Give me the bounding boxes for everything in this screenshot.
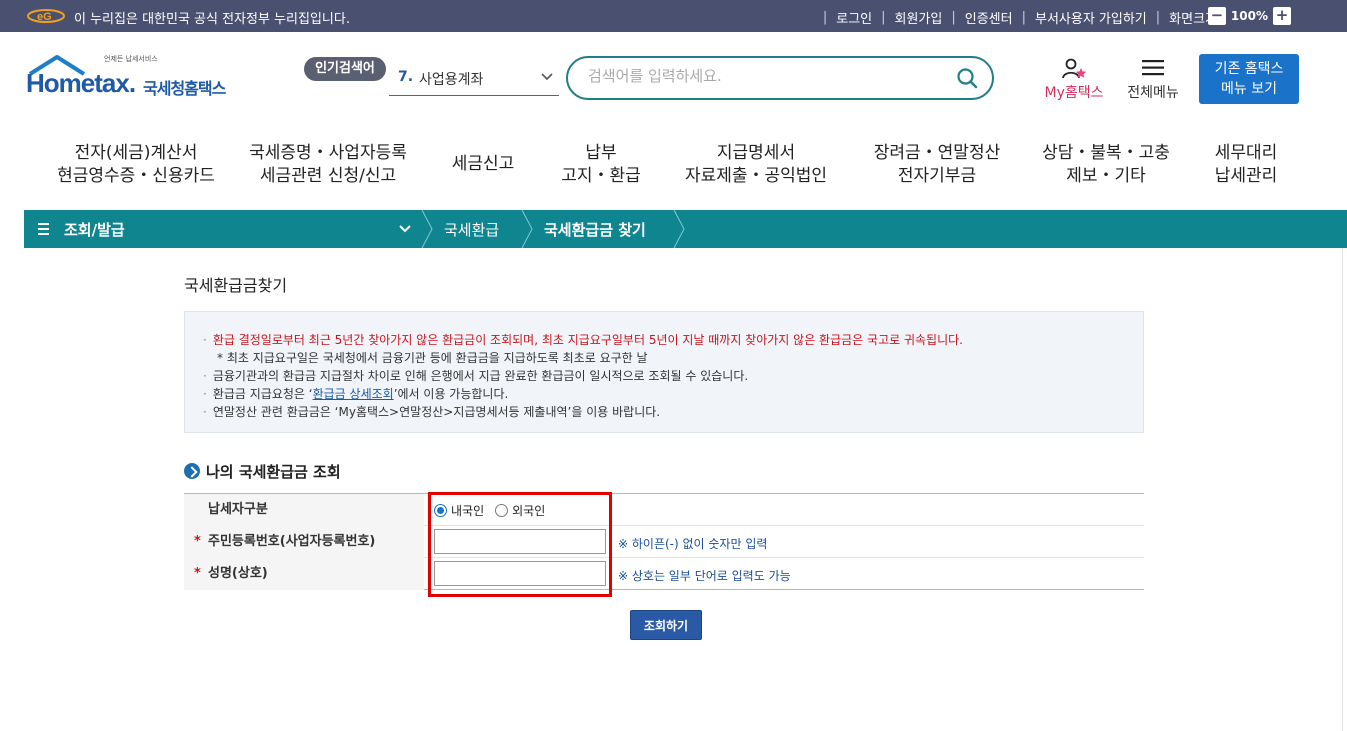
refund-query-form: 납세자구분 내국인 외국인 * 주민등록번호(사업자등록번호) ※ 하이픈(-)… xyxy=(184,493,1144,590)
all-menu-label: 전체메뉴 xyxy=(1127,85,1179,101)
logo-korean: 국세청홈택스 xyxy=(143,79,226,98)
gov-banner-text: 이 누리집은 대한민국 공식 전자정부 누리집입니다. xyxy=(74,12,350,27)
hamburger-icon xyxy=(1142,60,1164,76)
menu-lines-icon xyxy=(38,223,49,235)
nav-tax-return[interactable]: 세금신고 xyxy=(438,153,528,176)
taxpayer-type-label: 납세자구분 xyxy=(184,494,424,526)
dept-user-signup-link[interactable]: 부서사용자 가입하기 xyxy=(1035,8,1147,27)
main-nav: 전자(세금)계산서 현금영수증・신용카드 국세증명・사업자등록 세금관련 신청/… xyxy=(0,136,1347,196)
nav-payment-statement[interactable]: 지급명세서 자료제출・공익법인 xyxy=(676,142,836,188)
required-mark: * xyxy=(194,566,201,581)
popular-search-select[interactable]: 7. 사업용계좌 xyxy=(389,64,559,96)
name-label: * 성명(상호) xyxy=(184,558,424,590)
notice-line-3: · 환급금 지급요청은 ‘환급금 상세조회’에서 이용 가능합니다. xyxy=(203,387,509,401)
nav-tax-certificate[interactable]: 국세증명・사업자등록 세금관련 신청/신고 xyxy=(238,142,418,188)
signup-link[interactable]: 회원가입 xyxy=(895,8,943,27)
form-row-id-number: * 주민등록번호(사업자등록번호) ※ 하이픈(-) 없이 숫자만 입력 xyxy=(184,526,1144,558)
highlight-box xyxy=(428,492,612,597)
my-hometax-label: My홈택스 xyxy=(1044,85,1104,101)
notice-line-1: · 환급 결정일로부터 최근 5년간 찾아가지 않은 환급금이 조회되며, 최초 … xyxy=(203,333,963,347)
login-link[interactable]: 로그인 xyxy=(836,8,872,27)
id-number-label: * 주민등록번호(사업자등록번호) xyxy=(184,526,424,558)
breadcrumb-item-refund[interactable]: 국세환급 xyxy=(444,219,499,240)
page-title: 국세환급금찾기 xyxy=(184,276,288,295)
name-hint: ※ 상호는 일부 단어로 입력도 가능 xyxy=(618,569,791,583)
nav-incentive-yearend[interactable]: 장려금・연말정산 전자기부금 xyxy=(862,142,1012,188)
notice-line-4: · 연말정산 관련 환급금은 ‘My홈택스>연말정산>지급명세서등 제출내역’을 … xyxy=(203,405,661,419)
breadcrumb-menu-select[interactable]: 조회/발급 xyxy=(64,219,125,240)
right-panel-edge xyxy=(1342,248,1347,731)
id-number-hint: ※ 하이픈(-) 없이 숫자만 입력 xyxy=(618,537,768,551)
breadcrumb-separator-icon xyxy=(421,210,433,248)
breadcrumb-separator-icon xyxy=(673,210,685,248)
form-row-name: * 성명(상호) ※ 상호는 일부 단어로 입력도 가능 xyxy=(184,558,1144,590)
breadcrumb: 조회/발급 국세환급 국세환급금 찾기 xyxy=(24,210,1347,248)
zoom-level: 100% xyxy=(1230,9,1268,23)
nav-e-invoice[interactable]: 전자(세금)계산서 현금영수증・신용카드 xyxy=(46,142,226,188)
hometax-logo[interactable]: 언제든 납세서비스 Hometax. 국세청홈택스 xyxy=(26,54,241,104)
util-links: | 로그인 | 회원가입 | 인증센터 | 부서사용자 가입하기 | 화면크기 xyxy=(822,8,1217,27)
chevron-down-icon[interactable] xyxy=(398,220,412,240)
notice-box: · 환급 결정일로부터 최근 5년간 찾아가지 않은 환급금이 조회되며, 최초 … xyxy=(184,311,1144,433)
my-hometax-button[interactable]: My홈택스 xyxy=(1038,58,1110,101)
notice-line-2: · 금융기관과의 환급금 지급절차 차이로 인해 은행에서 지급 완료한 환급금이… xyxy=(203,369,749,383)
search-icon[interactable] xyxy=(956,67,978,89)
notice-line-1-sub: * 최초 지급요구일은 국세청에서 금융기관 등에 환급금을 지급하도록 최초로… xyxy=(217,351,648,365)
old-home-line1: 기존 홈택스 xyxy=(1214,61,1284,77)
zoom-out-button[interactable]: − xyxy=(1207,7,1226,25)
search-box xyxy=(566,56,994,100)
form-row-taxpayer-type: 납세자구분 내국인 외국인 xyxy=(184,494,1144,526)
logo-wordmark: Hometax. xyxy=(26,68,136,98)
old-hometax-menu-button[interactable]: 기존 홈택스 메뉴 보기 xyxy=(1199,54,1299,104)
refund-detail-link[interactable]: 환급금 상세조회 xyxy=(313,387,394,401)
popular-search-badge: 인기검색어 xyxy=(304,57,386,81)
user-star-icon xyxy=(1062,58,1087,79)
popular-term: 사업용계좌 xyxy=(419,72,484,88)
search-button[interactable]: 조회하기 xyxy=(630,610,702,640)
nav-tax-agent[interactable]: 세무대리 납세관리 xyxy=(1200,142,1292,188)
chevron-down-icon xyxy=(541,73,553,81)
zoom-control: − 100% + xyxy=(1207,7,1291,25)
all-menu-button[interactable]: 전체메뉴 xyxy=(1120,58,1186,101)
cert-center-link[interactable]: 인증센터 xyxy=(965,8,1013,27)
gov-banner: eG 이 누리집은 대한민국 공식 전자정부 누리집입니다. | 로그인 | 회… xyxy=(0,0,1347,32)
logo-tagline: 언제든 납세서비스 xyxy=(104,55,158,63)
old-home-line2: 메뉴 보기 xyxy=(1221,81,1277,97)
nav-consult-appeal[interactable]: 상담・불복・고충 제보・기타 xyxy=(1033,142,1179,188)
search-input[interactable] xyxy=(588,67,938,85)
zoom-in-button[interactable]: + xyxy=(1273,7,1291,25)
popular-rank: 7. xyxy=(398,69,414,85)
svg-text:eG: eG xyxy=(37,11,52,23)
nav-payment[interactable]: 납부 고지・환급 xyxy=(546,142,656,188)
egov-logo-icon: eG xyxy=(27,9,65,23)
breadcrumb-item-find-refund[interactable]: 국세환급금 찾기 xyxy=(544,219,646,240)
required-mark: * xyxy=(194,534,201,549)
section-title: 나의 국세환급금 조회 xyxy=(206,463,341,481)
breadcrumb-separator-icon xyxy=(521,210,533,248)
